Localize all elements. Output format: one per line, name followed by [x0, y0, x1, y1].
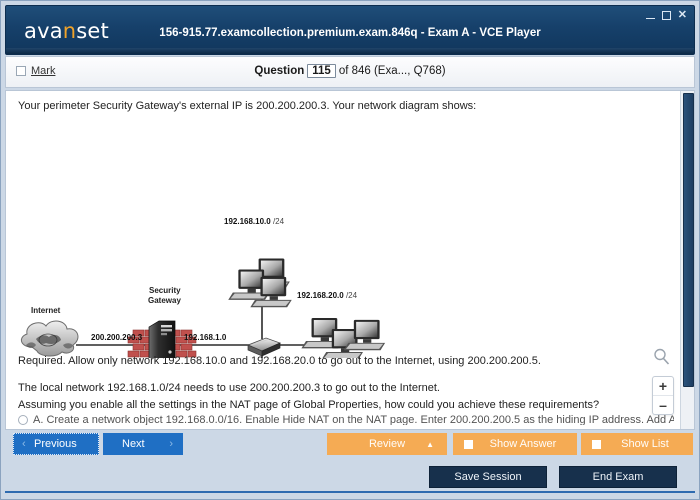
show-list-button[interactable]: Show List [581, 433, 693, 455]
label-internal-network: 192.168.1.0 [184, 333, 226, 342]
label-net-right: 192.168.20.0 /24 [297, 291, 357, 300]
footer-bar: Save Session End Exam [5, 459, 695, 495]
zoom-out-button[interactable]: – [653, 396, 673, 414]
network-diagram-svg [6, 113, 674, 358]
network-diagram: Internet Security Gateway 200.200.200.3 … [6, 113, 674, 358]
label-net-right-mask: /24 [346, 291, 357, 300]
search-icon[interactable] [653, 348, 671, 366]
window-controls: ✕ [646, 10, 687, 21]
minimize-icon[interactable] [646, 11, 655, 20]
review-button[interactable]: Review ▲ [327, 433, 447, 455]
footer-accent-line [5, 491, 695, 493]
detail-line-2: Assuming you enable all the settings in … [18, 398, 664, 413]
question-body: Required. Allow only network 192.168.10.… [18, 354, 664, 415]
close-icon[interactable]: ✕ [678, 10, 687, 21]
label-security-gateway-line2: Gateway [148, 296, 181, 305]
question-number-input[interactable]: 115 [307, 64, 336, 78]
chevron-right-icon: › [169, 438, 173, 450]
question-word: Question [254, 65, 304, 77]
question-pane: Your perimeter Security Gateway's extern… [5, 90, 695, 430]
zoom-buttons: + – [652, 376, 674, 415]
show-answer-button-label: Show Answer [490, 438, 557, 450]
previous-button[interactable]: ‹ Previous [13, 433, 99, 455]
network-cluster-right [301, 318, 385, 358]
square-icon [464, 440, 473, 449]
diagram-zoom-control: + – [652, 376, 672, 415]
action-bar: ‹ Previous Next › Review ▲ Show Answer S… [5, 431, 695, 459]
answer-radio-a[interactable] [18, 415, 28, 425]
answer-option-a-text: A. Create a network object 192.168.0.0/1… [33, 414, 674, 425]
label-net-top: 192.168.10.0 /24 [224, 217, 284, 226]
vertical-scrollbar[interactable] [680, 91, 694, 429]
vce-player-window: avanset 156-915.77.examcollection.premiu… [0, 0, 700, 500]
square-icon [592, 440, 601, 449]
label-net-right-addr: 192.168.20.0 [297, 291, 344, 300]
question-prompt: Your perimeter Security Gateway's extern… [18, 99, 664, 114]
zoom-in-button[interactable]: + [653, 377, 673, 396]
question-counter: Question115of 846 (Exa..., Q768) [6, 64, 694, 78]
chevron-up-icon: ▲ [426, 440, 434, 449]
save-session-button[interactable]: Save Session [429, 466, 547, 488]
show-list-button-label: Show List [621, 438, 669, 450]
label-net-top-mask: /24 [273, 217, 284, 226]
detail-line-1: The local network 192.168.1.0/24 needs t… [18, 381, 664, 396]
next-button[interactable]: Next › [103, 433, 183, 455]
network-cluster-top [228, 259, 291, 308]
next-button-label: Next [122, 438, 145, 450]
review-button-label: Review [369, 438, 405, 450]
label-internet: Internet [31, 306, 60, 315]
window-title: 156-915.77.examcollection.premium.exam.8… [6, 27, 694, 39]
maximize-icon[interactable] [662, 11, 671, 20]
internet-cloud-icon [21, 321, 78, 356]
label-net-top-addr: 192.168.10.0 [224, 217, 271, 226]
chevron-left-icon: ‹ [22, 438, 26, 450]
label-external-ip: 200.200.200.3 [91, 333, 142, 342]
label-security-gateway-line1: Security [149, 286, 181, 295]
answer-option-a[interactable]: A. Create a network object 192.168.0.0/1… [18, 413, 674, 425]
requirement-line: Required. Allow only network 192.168.10.… [18, 354, 664, 369]
end-exam-button[interactable]: End Exam [559, 466, 677, 488]
scrollbar-thumb[interactable] [683, 93, 694, 387]
show-answer-button[interactable]: Show Answer [453, 433, 577, 455]
question-total: of 846 (Exa..., Q768) [339, 65, 446, 77]
question-toolbar: Mark Question115of 846 (Exa..., Q768) [5, 56, 695, 88]
title-bar: avanset 156-915.77.examcollection.premiu… [5, 5, 695, 55]
previous-button-label: Previous [34, 438, 77, 450]
